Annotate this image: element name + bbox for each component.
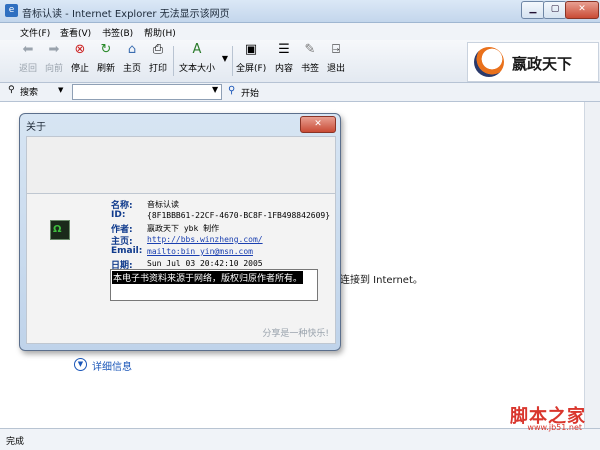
back-arrow-icon: ⬅ [22,42,34,57]
refresh-button[interactable]: ↻ 刷新 [94,42,118,74]
menu-file[interactable]: 文件(F) [20,26,50,39]
forward-arrow-icon: ➡ [48,42,60,57]
menu-help[interactable]: 帮助(H) [144,26,176,39]
window-title: 音标认读 - Internet Explorer 无法显示该网页 [22,9,230,20]
stop-button[interactable]: ⊗ 停止 [68,42,92,74]
bookmark-button[interactable]: ✎ 书签 [298,42,322,74]
search-engine-dropdown[interactable]: ▼ [58,86,63,94]
text-size-icon: A [192,42,202,57]
contents-icon: ☰ [278,42,290,57]
stop-icon: ⊗ [74,42,86,57]
watermark-url: www.jb51.net [527,423,582,432]
menu-bookmarks[interactable]: 书签(B) [102,26,133,39]
home-button[interactable]: ⌂ 主页 [120,42,144,74]
search-magnifier-icon: ⚲ [8,85,15,95]
brand-logo: 嬴政天下 [467,42,599,82]
forward-button[interactable]: ➡ 向前 [42,42,66,74]
chevron-down-icon: ▼ [221,54,229,63]
go-button[interactable]: 开始 [241,86,259,99]
error-message-text: 连接到 Internet。 [340,275,423,286]
back-button[interactable]: ⬅ 返回 [16,42,40,74]
homepage-link[interactable]: http://bbs.winzheng.com/ [147,235,263,244]
footer-slogan: 分享是一种快乐! [262,329,329,339]
logo-mark-icon [474,47,504,77]
menu-view[interactable]: 查看(V) [60,26,91,39]
fullscreen-icon: ▣ [244,42,258,57]
dialog-footer: 分享是一种快乐! [26,321,336,344]
copyright-note-text: 本电子书资料来源于网络，版权归原作者所有。 [112,271,304,284]
printer-icon: ⎙ [152,42,164,57]
ebook-icon: Ω [50,220,70,240]
dialog-close-button[interactable]: ✕ [300,116,336,133]
watermark: 脚本之家 www.jb51.net [486,402,586,432]
logo-text: 嬴政天下 [512,55,573,73]
dialog-header-panel [26,136,336,194]
about-dialog: 关于 ✕ Ω 名称: 音标认读 ID: {8F1BBB61-22CF-4670-… [19,113,341,351]
exit-button[interactable]: ⍈ 退出 [324,42,348,74]
close-window-button[interactable]: ✕ [565,1,599,19]
bookmark-icon: ✎ [304,42,316,57]
exit-icon: ⍈ [332,42,340,57]
dialog-title: 关于 [26,122,46,133]
print-button[interactable]: ⎙ 打印 [146,42,170,74]
refresh-icon: ↻ [100,42,112,57]
status-text: 完成 [6,437,25,447]
toolbar-divider [232,46,233,76]
search-input[interactable] [72,84,222,100]
expand-details-icon[interactable]: ▼ [74,358,87,371]
vertical-scrollbar[interactable] [584,102,600,428]
maximize-button[interactable]: ▢ [543,1,567,19]
email-link[interactable]: mailto:bin_yin@msn.com [147,247,253,256]
text-size-button[interactable]: A 文本大小 [176,42,218,74]
toolbar-divider [173,46,174,76]
title-bar: e 音标认读 - Internet Explorer 无法显示该网页 ▁ ▢ ✕ [0,0,600,23]
search-label: 搜索 [20,88,39,98]
menu-bar: 文件(F) 查看(V) 书签(B) 帮助(H) [0,23,600,40]
search-bar: ⚲ 搜索 ▼ ▼ ⚲ 开始 [0,83,600,102]
go-search-icon: ⚲ [228,85,236,96]
text-size-dropdown[interactable]: ▼ [220,54,230,64]
ie-icon: e [5,4,18,17]
home-icon: ⌂ [127,42,137,57]
search-history-dropdown[interactable]: ▼ [212,85,218,94]
copyright-note-box[interactable]: 本电子书资料来源于网络，版权归原作者所有。 [110,269,318,301]
dialog-info-panel: Ω 名称: 音标认读 ID: {8F1BBB61-22CF-4670-BC8F-… [26,193,336,322]
minimize-button[interactable]: ▁ [521,1,545,19]
fullscreen-button[interactable]: ▣ 全屏(F) [236,42,266,74]
contents-button[interactable]: ☰ 内容 [272,42,296,74]
details-link[interactable]: 详细信息 [92,358,132,373]
